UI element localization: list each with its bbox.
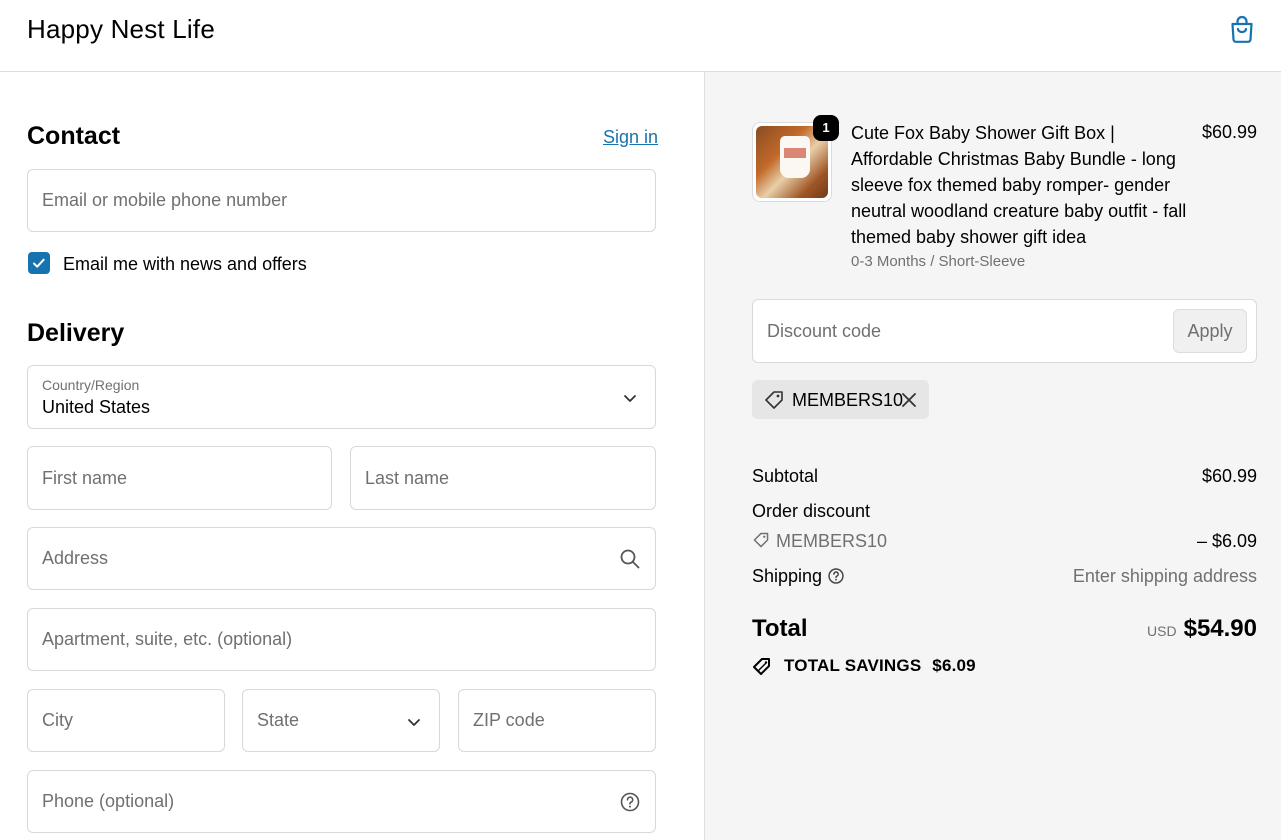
currency-code: USD [1147, 623, 1177, 639]
last-name-input[interactable] [351, 447, 655, 509]
shipping-value: Enter shipping address [1072, 566, 1257, 586]
subtotal-value: $60.99 [1201, 466, 1257, 486]
help-icon[interactable] [827, 567, 845, 585]
shopping-bag-icon[interactable] [1226, 13, 1258, 45]
contact-heading: Contact [27, 122, 121, 150]
savings-value: $6.09 [932, 656, 976, 675]
tag-icon [753, 532, 769, 548]
zip-input[interactable] [459, 690, 655, 751]
address-field[interactable] [27, 527, 656, 590]
close-icon[interactable] [901, 392, 917, 408]
country-value: United States [42, 397, 151, 417]
onesie-print [784, 148, 806, 158]
newsletter-label: Email me with news and offers [63, 254, 307, 274]
apply-discount-button[interactable]: Apply [1173, 309, 1247, 353]
subtotal-label: Subtotal [752, 466, 819, 486]
product-title: Cute Fox Baby Shower Gift Box | Affordab… [851, 123, 1187, 247]
tag-icon [765, 391, 783, 409]
shipping-label: Shipping [752, 566, 823, 586]
checkmark-icon [33, 258, 45, 268]
first-name-field[interactable] [27, 446, 332, 510]
help-icon[interactable] [619, 791, 641, 813]
country-select[interactable]: Country/Region United States [27, 365, 656, 429]
email-field[interactable] [27, 169, 656, 232]
search-icon[interactable] [619, 548, 641, 570]
email-input[interactable] [28, 170, 655, 231]
phone-input[interactable] [28, 771, 655, 832]
savings-label: TOTAL SAVINGS [784, 656, 922, 675]
address-input[interactable] [28, 528, 655, 589]
product-price: $60.99 [1201, 122, 1257, 142]
discount-code-line: MEMBERS10 [776, 531, 888, 551]
store-logo[interactable]: Happy Nest Life [27, 14, 215, 45]
last-name-field[interactable] [350, 446, 656, 510]
city-input[interactable] [28, 690, 224, 751]
apartment-input[interactable] [28, 609, 655, 670]
phone-field[interactable] [27, 770, 656, 833]
apartment-field[interactable] [27, 608, 656, 671]
country-label: Country/Region [42, 377, 140, 393]
sign-in-link[interactable]: Sign in [603, 127, 658, 148]
header: Happy Nest Life [0, 0, 1281, 72]
total-label: Total [752, 615, 808, 642]
state-placeholder: State [257, 710, 300, 730]
state-select[interactable]: State [242, 689, 440, 752]
quantity-badge: 1 [813, 115, 839, 141]
product-variant: 0-3 Months / Short-Sleeve [851, 253, 1026, 270]
applied-discount-code: MEMBERS10 [792, 390, 904, 410]
onesie-graphic [780, 136, 810, 178]
zip-field[interactable] [458, 689, 656, 752]
first-name-input[interactable] [28, 447, 331, 509]
total-savings: TOTAL SAVINGS $6.09 [784, 656, 976, 676]
discount-value: – $6.09 [1196, 531, 1257, 551]
chevron-down-icon [408, 719, 420, 726]
order-discount-label: Order discount [752, 501, 871, 521]
delivery-heading: Delivery [27, 319, 125, 347]
chevron-down-icon [624, 395, 636, 402]
savings-tag-icon [753, 658, 770, 675]
total-value: $54.90 [1183, 615, 1257, 642]
applied-discount-chip: MEMBERS10 [752, 380, 929, 419]
discount-input[interactable] [753, 300, 1168, 362]
newsletter-checkbox[interactable] [28, 252, 50, 274]
city-field[interactable] [27, 689, 225, 752]
